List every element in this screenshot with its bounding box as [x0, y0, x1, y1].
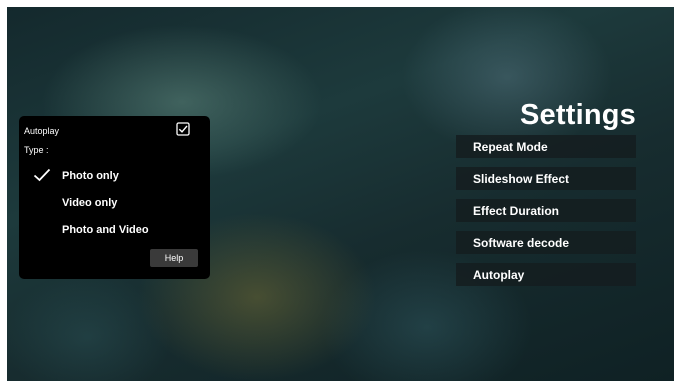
autoplay-checkbox[interactable] [176, 122, 190, 136]
menu-item-software-decode[interactable]: Software decode [456, 231, 636, 254]
help-button[interactable]: Help [150, 249, 198, 267]
menu-item-label: Repeat Mode [473, 139, 548, 154]
option-video-only[interactable]: Video only [62, 197, 117, 209]
app-screen: Settings Repeat Mode Slideshow Effect Ef… [7, 7, 674, 381]
autoplay-label: Autoplay [24, 126, 60, 136]
type-label: Type : [24, 145, 49, 155]
menu-item-label: Effect Duration [473, 203, 560, 218]
menu-item-label: Autoplay [473, 267, 525, 282]
checkmark-icon [178, 125, 188, 133]
autoplay-panel: Autoplay Type : Photo only Video only Ph… [19, 116, 210, 279]
settings-menu: Repeat Mode Slideshow Effect Effect Dura… [456, 135, 636, 295]
checkmark-icon [33, 168, 51, 182]
menu-item-repeat-mode[interactable]: Repeat Mode [456, 135, 636, 158]
option-photo-only[interactable]: Photo only [62, 170, 119, 182]
menu-item-label: Slideshow Effect [473, 171, 570, 186]
menu-item-effect-duration[interactable]: Effect Duration [456, 199, 636, 222]
help-button-label: Help [164, 253, 184, 263]
option-photo-and-video[interactable]: Photo and Video [62, 224, 149, 236]
menu-item-label: Software decode [473, 235, 570, 250]
page-title: Settings [520, 99, 636, 131]
menu-item-slideshow-effect[interactable]: Slideshow Effect [456, 167, 636, 190]
menu-item-autoplay[interactable]: Autoplay [456, 263, 636, 286]
